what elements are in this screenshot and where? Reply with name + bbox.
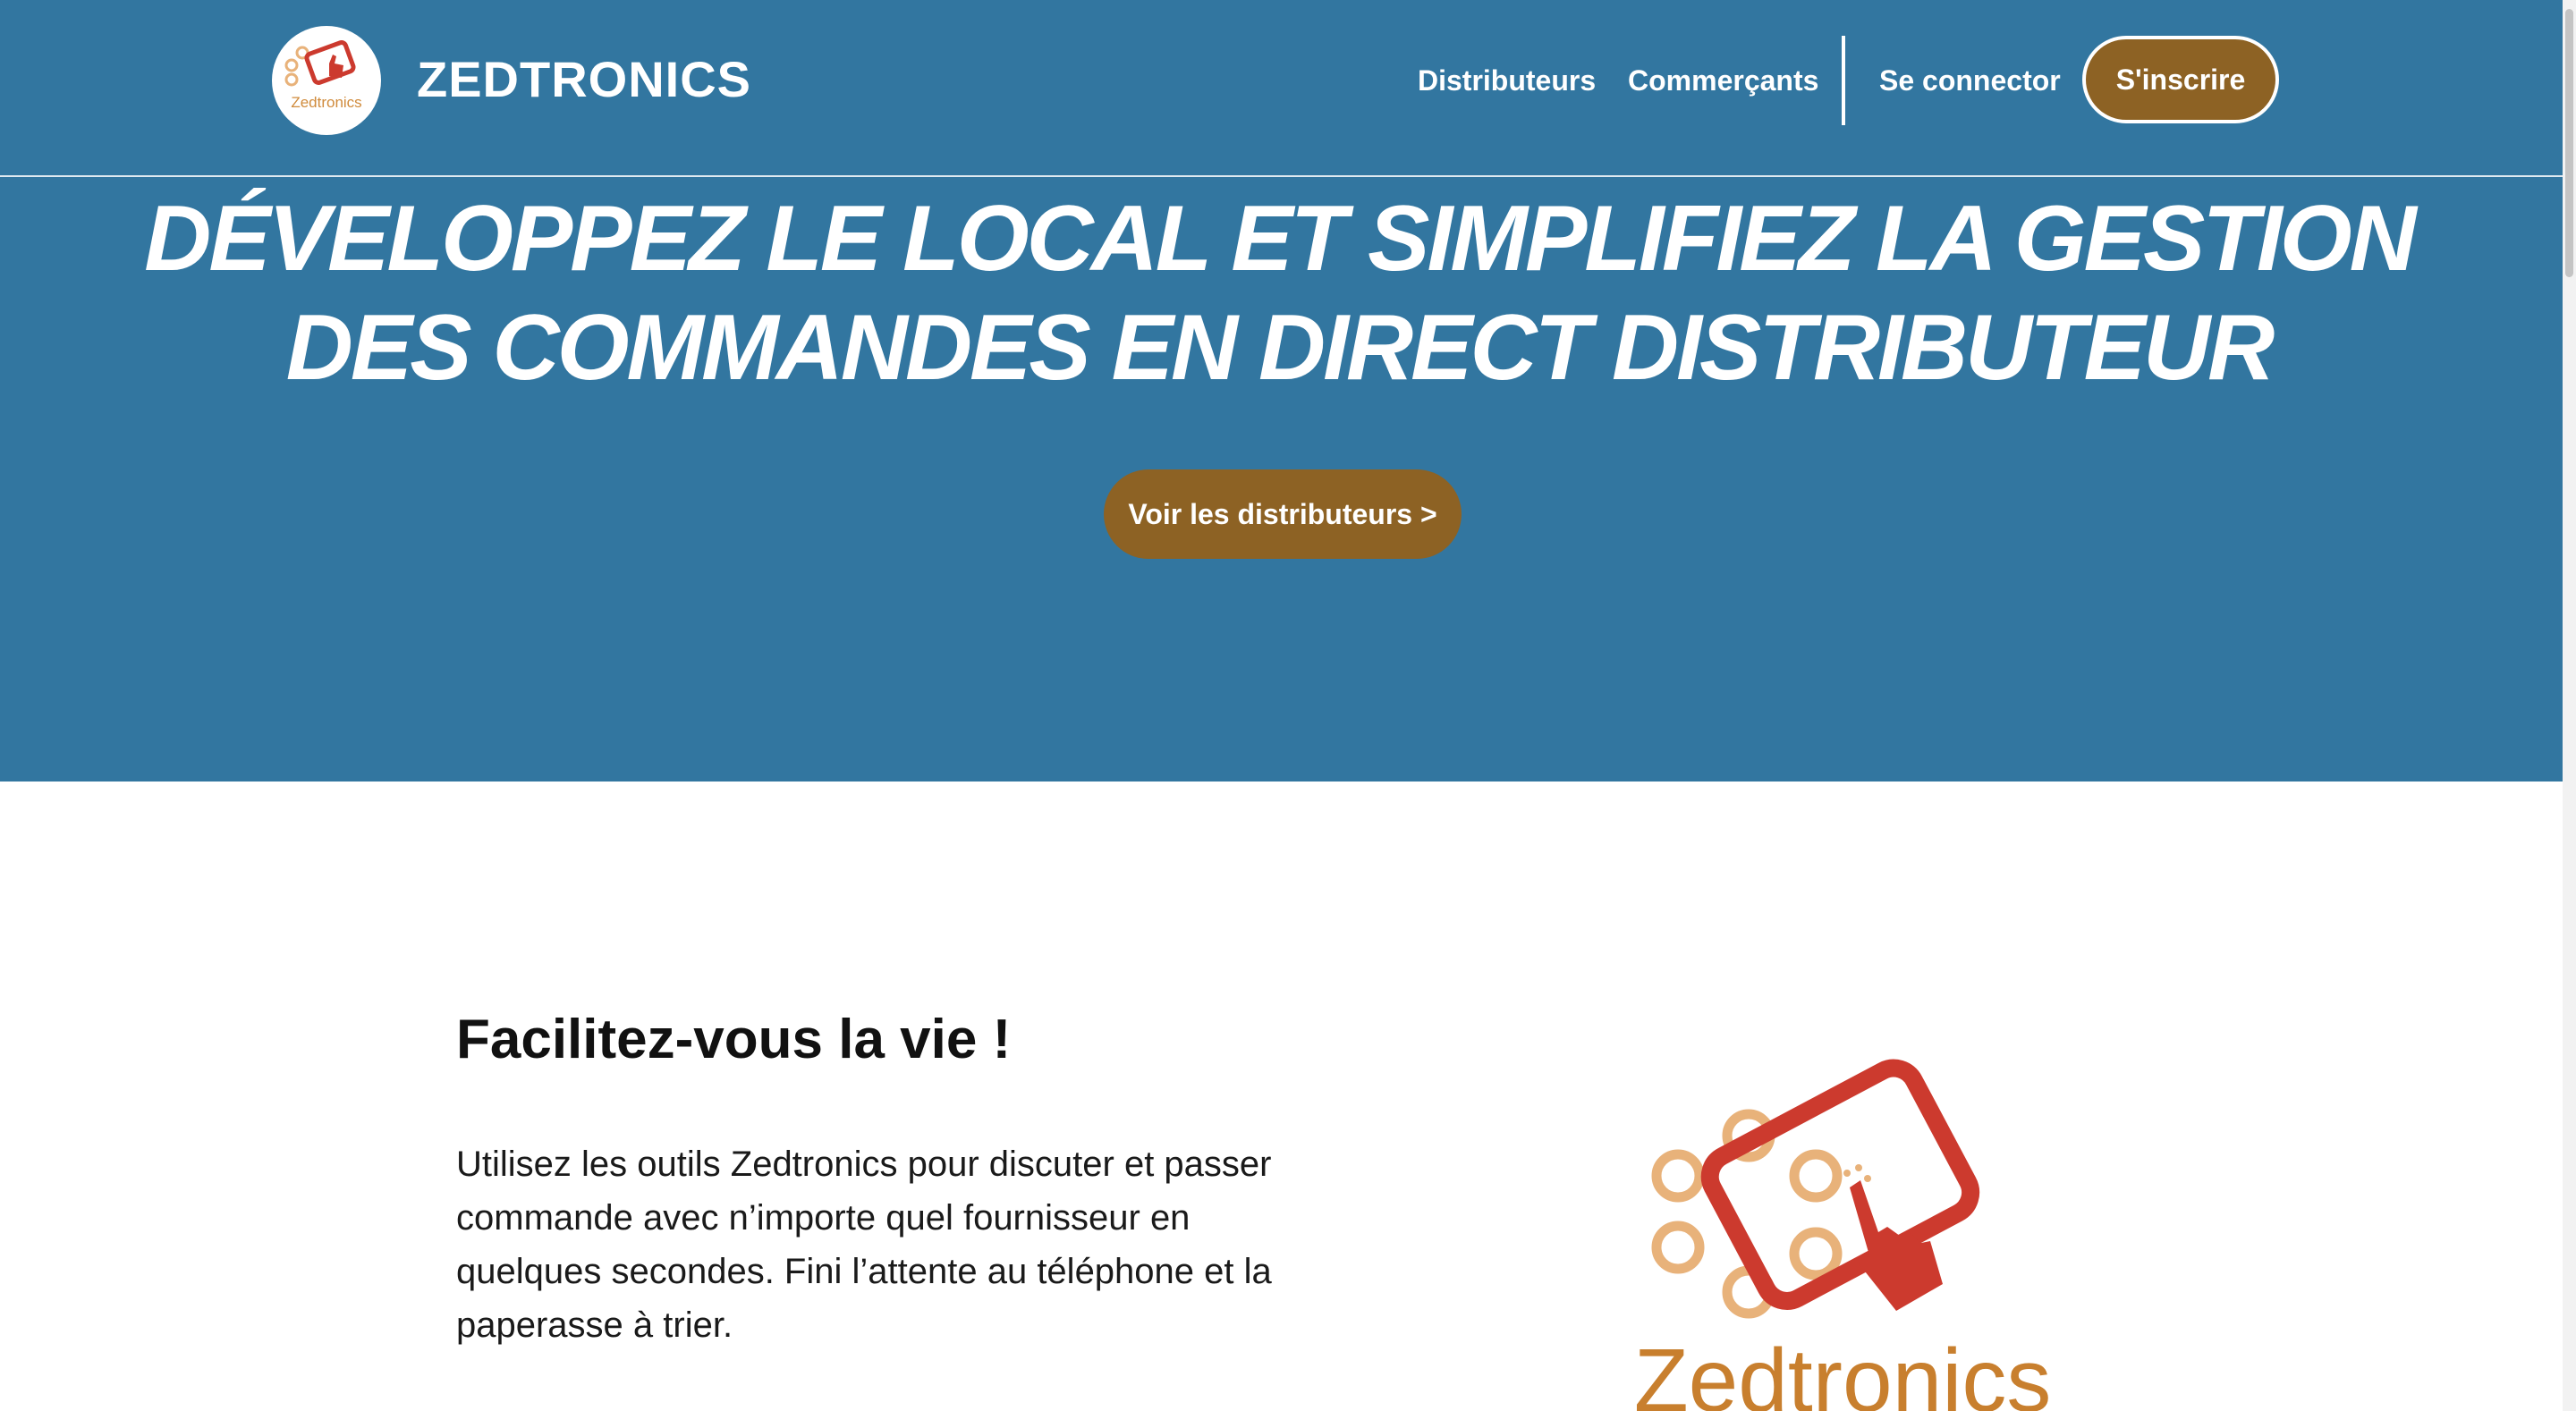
brand-name[interactable]: ZEDTRONICS (417, 50, 751, 109)
signup-button[interactable]: S'inscrire (2082, 36, 2279, 123)
feature-logo-caption: Zedtronics (1637, 1331, 2048, 1411)
nav-distributors[interactable]: Distributeurs (1418, 63, 1596, 98)
scrollbar-thumb[interactable] (2565, 9, 2573, 277)
feature-text: Utilisez les outils Zedtronics pour disc… (456, 1145, 1272, 1345)
feature-title: Facilitez-vous la vie ! (456, 1009, 1012, 1070)
nav-merchants[interactable]: Commerçants (1628, 63, 1818, 98)
logo-caption: Zedtronics (291, 94, 361, 111)
nav-login[interactable]: Se connector (1879, 63, 2061, 98)
tablet-touch-logo-icon: Zedtronics (284, 40, 362, 111)
feature-logo: Zedtronics (1637, 1055, 2048, 1411)
hero-title: DÉVELOPPEZ LE LOCAL ET SIMPLIFIEZ LA GES… (144, 187, 2417, 400)
header-divider (0, 175, 2563, 177)
nav-divider (1842, 36, 1845, 125)
view-distributors-button[interactable]: Voir les distributeurs > (1104, 469, 1462, 559)
brand-logo[interactable]: Zedtronics (272, 26, 381, 135)
tablet-touch-logo-icon: Zedtronics (1637, 1059, 2048, 1411)
